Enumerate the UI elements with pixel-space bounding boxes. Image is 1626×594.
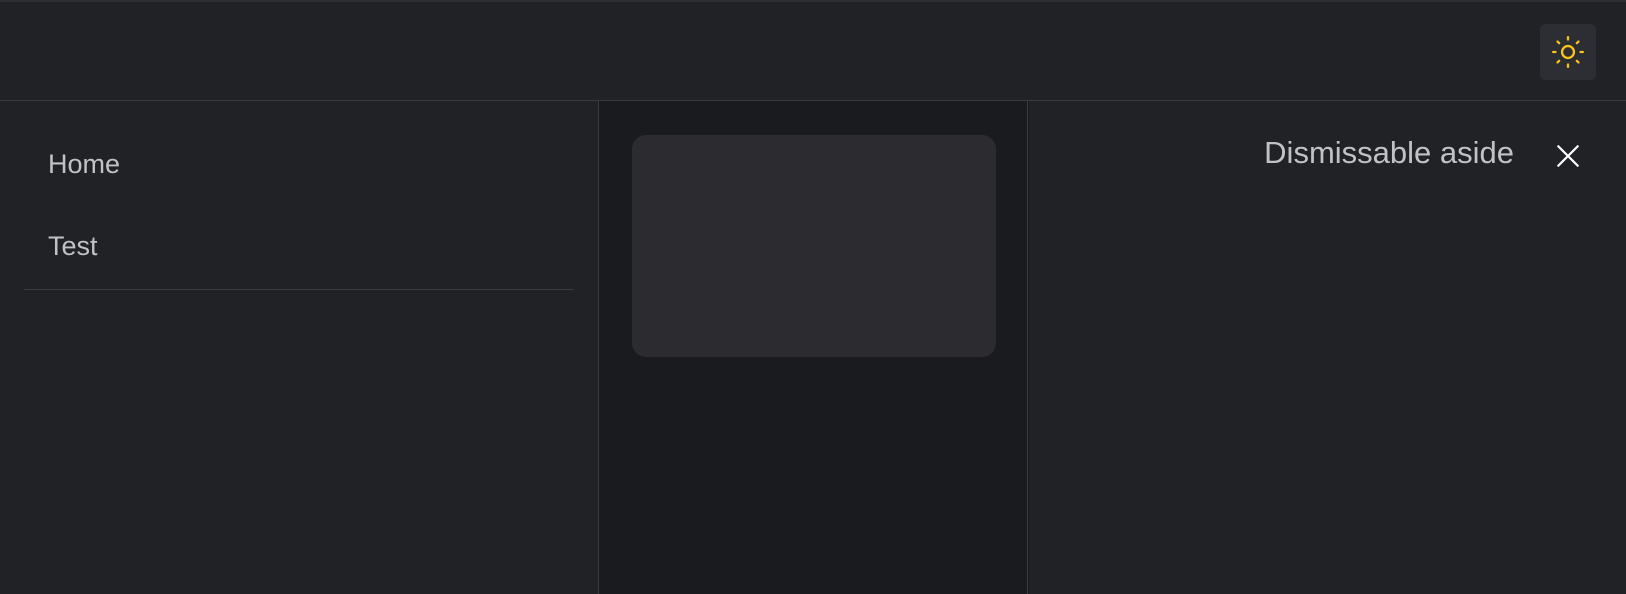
- sun-icon: [1551, 35, 1585, 69]
- aside-title: Dismissable aside: [1264, 135, 1514, 170]
- nav-item-label: Home: [48, 148, 121, 179]
- nav-item-test[interactable]: Test: [24, 205, 574, 287]
- close-icon: [1557, 145, 1579, 167]
- dismissable-aside: Dismissable aside: [1029, 101, 1626, 594]
- main-content: [600, 101, 1028, 594]
- nav-divider: [24, 289, 574, 290]
- theme-toggle-button[interactable]: [1540, 24, 1596, 80]
- nav-list: Home Test: [24, 123, 574, 287]
- app-header: [0, 0, 1626, 101]
- content-card: [632, 135, 996, 357]
- navbar: Home Test: [0, 101, 599, 594]
- aside-close-button[interactable]: [1547, 135, 1589, 177]
- nav-item-label: Test: [48, 230, 98, 261]
- nav-item-home[interactable]: Home: [24, 123, 574, 205]
